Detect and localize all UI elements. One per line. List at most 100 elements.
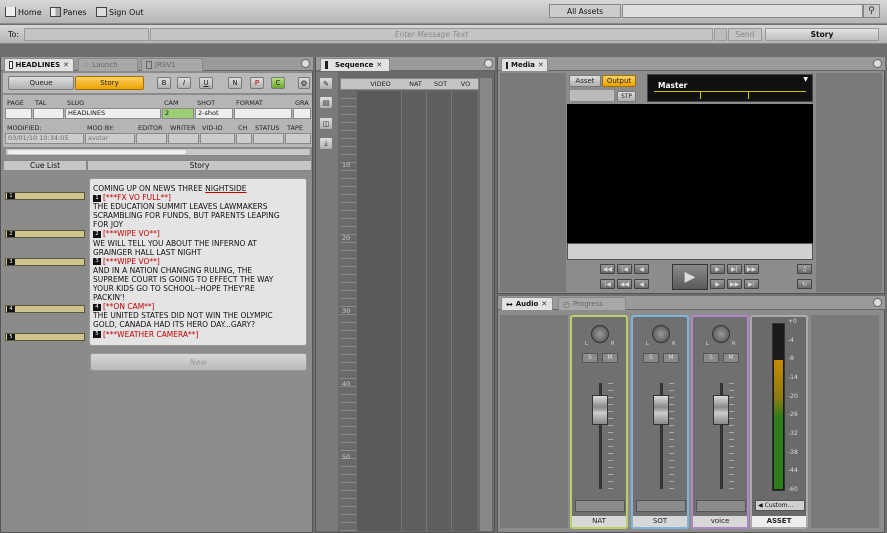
cue-marker[interactable]: 2 bbox=[5, 230, 85, 238]
tab-media[interactable]: Media ✕ bbox=[501, 58, 548, 71]
tape-field[interactable] bbox=[285, 133, 311, 144]
tab-audio[interactable]: ↔ Audio ✕ bbox=[501, 297, 553, 310]
new-story-button[interactable]: New bbox=[90, 353, 307, 371]
cue-marker[interactable]: 4 bbox=[5, 305, 85, 313]
jog-back-icon[interactable]: ◀◀ bbox=[600, 264, 615, 274]
strip-routing[interactable] bbox=[696, 500, 746, 512]
close-icon[interactable]: ✕ bbox=[63, 61, 69, 69]
message-text-input[interactable]: Enter Message Text bbox=[150, 28, 713, 41]
normal-button[interactable]: N bbox=[228, 77, 242, 89]
track-sot[interactable] bbox=[427, 91, 452, 531]
sequence-scrollbar[interactable] bbox=[480, 78, 492, 531]
italic-button[interactable]: I bbox=[177, 77, 191, 89]
playback-scrubber[interactable] bbox=[567, 243, 813, 260]
panel-menu-icon[interactable] bbox=[301, 59, 310, 68]
volume-fader[interactable] bbox=[592, 395, 608, 425]
shot-field[interactable]: 2-shot bbox=[195, 108, 233, 119]
close-icon[interactable]: ✕ bbox=[376, 61, 382, 69]
tal-field[interactable] bbox=[33, 108, 64, 119]
cam-field[interactable]: 2 bbox=[162, 108, 194, 119]
goto-end-icon[interactable]: ▶| bbox=[744, 279, 759, 289]
cue-marker[interactable]: 1 bbox=[5, 192, 85, 200]
track-video[interactable] bbox=[357, 91, 402, 531]
panes-button[interactable]: Panes bbox=[50, 5, 87, 19]
send-button[interactable]: Send bbox=[728, 28, 762, 41]
track-nat[interactable] bbox=[402, 91, 427, 531]
mark-in-icon[interactable]: |◀ bbox=[617, 264, 632, 274]
step-back-icon[interactable]: ◀ bbox=[634, 264, 649, 274]
panel-menu-icon[interactable] bbox=[873, 59, 882, 68]
tab-sequence[interactable]: Sequence ✕ bbox=[320, 58, 390, 71]
play-button[interactable]: ▶ bbox=[672, 264, 708, 290]
strip-routing[interactable] bbox=[575, 500, 625, 512]
jog-forward-icon[interactable]: ▶▶ bbox=[744, 264, 759, 274]
frame-forward-icon[interactable]: ▶ bbox=[710, 279, 725, 289]
custom-select[interactable]: ◀ Custom... bbox=[755, 500, 805, 511]
story-text-area[interactable]: COMING UP ON NEWS THREE NIGHTSIDE 1 [***FX… bbox=[89, 178, 307, 346]
tab-progress[interactable]: ◴ Progress bbox=[558, 297, 626, 310]
tab-jrsv1[interactable]: JRSV1 bbox=[141, 58, 203, 71]
close-icon[interactable]: ✕ bbox=[538, 61, 544, 69]
cue-marker[interactable]: 5 bbox=[5, 333, 85, 341]
page-field[interactable] bbox=[5, 108, 32, 119]
vid-id-field[interactable] bbox=[200, 133, 235, 144]
format-field[interactable] bbox=[234, 108, 292, 119]
asset-toggle-button[interactable]: Asset bbox=[569, 75, 601, 87]
track-vo[interactable] bbox=[452, 91, 477, 531]
gra-field[interactable] bbox=[293, 108, 311, 119]
tab-launch[interactable]: ☆ Launch bbox=[78, 58, 138, 71]
edit-tool-icon[interactable]: ✎ bbox=[319, 77, 333, 90]
cue-marker[interactable]: 3 bbox=[5, 258, 85, 266]
message-to-field[interactable] bbox=[24, 28, 149, 41]
signout-button[interactable]: Sign Out bbox=[96, 5, 144, 19]
output-toggle-button[interactable]: Output bbox=[602, 75, 636, 87]
story-mode-button[interactable]: Story bbox=[75, 76, 144, 90]
mute-button[interactable]: M bbox=[602, 353, 618, 363]
stp-button[interactable]: STP bbox=[617, 91, 636, 102]
audio-monitor-icon[interactable]: ♫ bbox=[797, 264, 812, 274]
search-button[interactable]: ⚲ bbox=[863, 4, 880, 18]
pan-knob[interactable] bbox=[591, 325, 609, 343]
editor-field[interactable] bbox=[136, 133, 167, 144]
trim-tool-icon[interactable]: ◫ bbox=[319, 117, 333, 130]
pan-knob[interactable] bbox=[712, 325, 730, 343]
solo-button[interactable]: S bbox=[582, 353, 598, 363]
rewind-icon[interactable]: ◀◀ bbox=[617, 279, 632, 289]
production-button[interactable]: P bbox=[250, 77, 264, 89]
cue-button[interactable]: C bbox=[271, 77, 285, 89]
step-forward-icon[interactable]: ▶ bbox=[710, 264, 725, 274]
search-input[interactable] bbox=[622, 4, 863, 18]
settings-gear-icon[interactable]: ⚙ bbox=[298, 77, 310, 89]
mark-out-icon[interactable]: ▶| bbox=[727, 264, 742, 274]
message-scroll[interactable] bbox=[714, 28, 727, 41]
mute-button[interactable]: M bbox=[723, 353, 739, 363]
strip-routing[interactable] bbox=[636, 500, 686, 512]
panel-menu-icon[interactable] bbox=[484, 59, 493, 68]
slug-field[interactable]: HEADLINES bbox=[65, 108, 161, 119]
volume-fader[interactable] bbox=[653, 395, 669, 425]
solo-button[interactable]: S bbox=[703, 353, 719, 363]
film-tool-icon[interactable]: ▤ bbox=[319, 96, 333, 109]
solo-button[interactable]: S bbox=[643, 353, 659, 363]
search-scope-select[interactable]: All Assets bbox=[549, 4, 621, 18]
form-scrollbar[interactable] bbox=[5, 148, 311, 156]
goto-start-icon[interactable]: |◀ bbox=[600, 279, 615, 289]
writer-field[interactable] bbox=[168, 133, 199, 144]
close-icon[interactable]: ✕ bbox=[541, 300, 547, 308]
chevron-down-icon[interactable]: ▼ bbox=[803, 76, 808, 83]
video-monitor[interactable] bbox=[567, 104, 813, 245]
master-monitor-header[interactable]: Master ▼ bbox=[647, 74, 813, 102]
fast-forward-icon[interactable]: ▶▶ bbox=[727, 279, 742, 289]
form-scrollbar-thumb[interactable] bbox=[8, 150, 186, 154]
bold-button[interactable]: B bbox=[157, 77, 171, 89]
pan-knob[interactable] bbox=[652, 325, 670, 343]
status-field[interactable] bbox=[253, 133, 284, 144]
tab-headlines[interactable]: HEADLINES ✕ bbox=[4, 58, 74, 71]
export-tool-icon[interactable]: ⤓ bbox=[319, 137, 333, 150]
frame-back-icon[interactable]: ◀ bbox=[634, 279, 649, 289]
underline-button[interactable]: U bbox=[199, 77, 213, 89]
queue-button[interactable]: Queue bbox=[8, 76, 74, 90]
message-target-select[interactable]: Story bbox=[765, 28, 879, 41]
ch-field[interactable] bbox=[236, 133, 252, 144]
mute-button[interactable]: M bbox=[663, 353, 679, 363]
